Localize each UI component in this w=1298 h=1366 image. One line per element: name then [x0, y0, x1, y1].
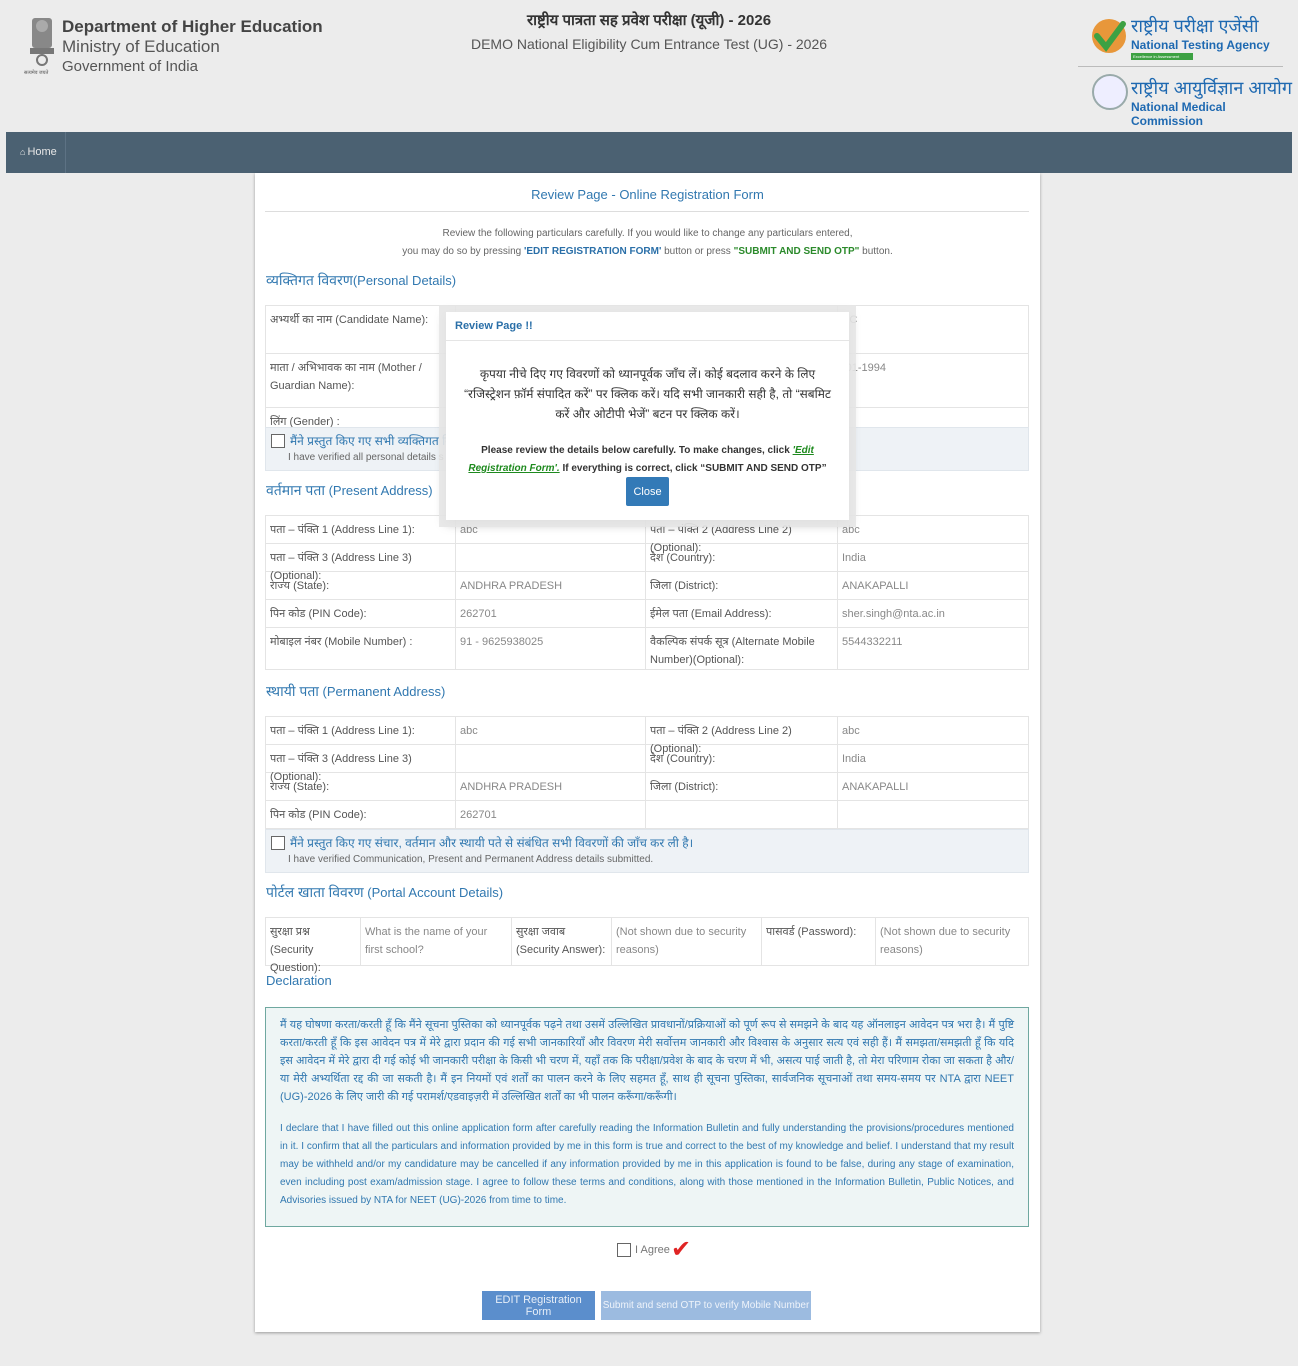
modal-text-a: Please review the details below carefull… — [481, 445, 793, 456]
modal-title: Review Page !! — [455, 320, 533, 332]
modal-text-b: If everything is correct, click “SUBMIT … — [562, 463, 827, 492]
modal-overlay: Review Page !! कृपया नीचे दिए गए विवरणों… — [0, 0, 1298, 1366]
modal-close-button[interactable]: Close — [626, 477, 669, 506]
review-modal: Review Page !! कृपया नीचे दिए गए विवरणों… — [446, 312, 849, 520]
modal-divider — [446, 340, 849, 341]
modal-message-hindi: कृपया नीचे दिए गए विवरणों को ध्यानपूर्वक… — [464, 367, 831, 421]
